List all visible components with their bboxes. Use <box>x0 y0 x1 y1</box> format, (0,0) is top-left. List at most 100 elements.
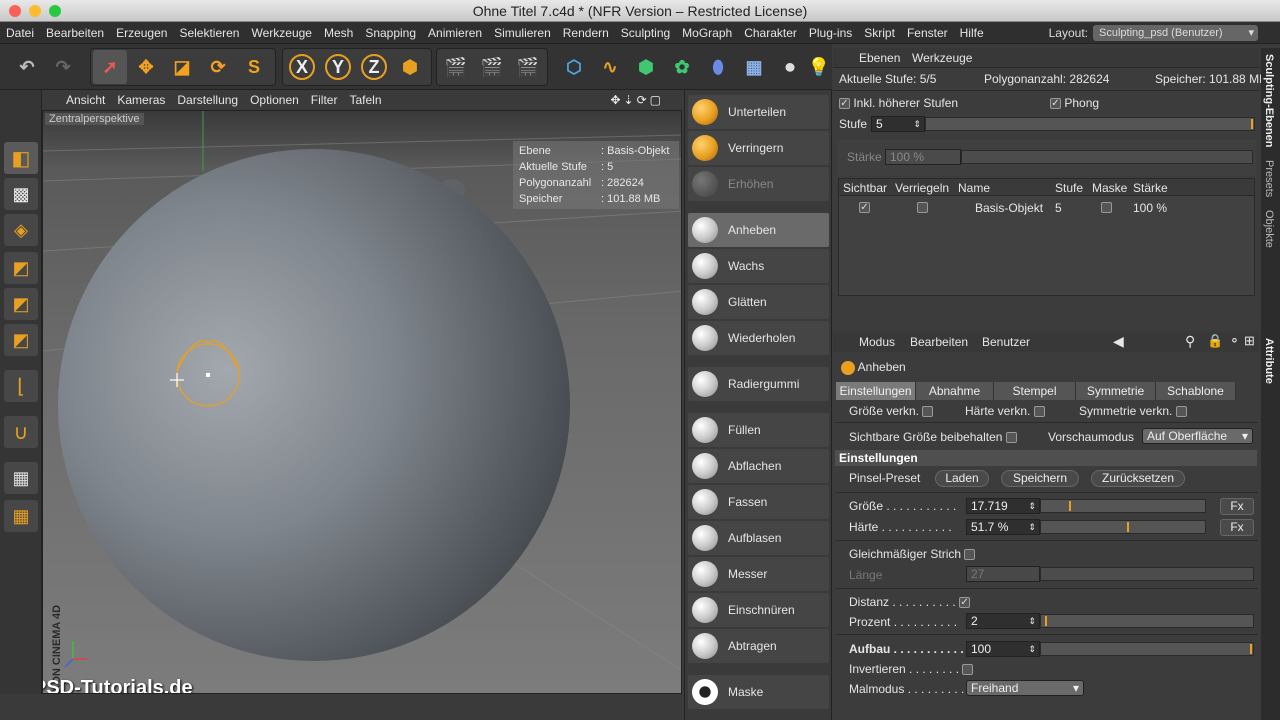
edges-mode-button[interactable]: ◩ <box>4 288 38 320</box>
tool-fuellen[interactable]: Füllen <box>688 413 829 447</box>
menu-snapping[interactable]: Snapping <box>359 22 422 44</box>
tab-ebenen[interactable]: Ebenen <box>859 51 900 65</box>
menu-charakter[interactable]: Charakter <box>738 22 803 44</box>
slider-handle[interactable] <box>1045 616 1047 626</box>
menu-erzeugen[interactable]: Erzeugen <box>110 22 173 44</box>
coordinate-system-button[interactable]: ⬢ <box>393 50 427 84</box>
strength-field[interactable]: 100 % <box>885 149 961 165</box>
x-axis-button[interactable]: X <box>285 50 319 84</box>
tool-erhoehen[interactable]: Erhöhen <box>688 167 829 201</box>
tool-glaetten[interactable]: Glätten <box>688 285 829 319</box>
checkbox[interactable] <box>922 406 934 418</box>
sidetab-objects[interactable]: Objekte <box>1263 210 1275 248</box>
slider-handle[interactable] <box>1250 644 1252 654</box>
checkbox[interactable] <box>964 549 976 561</box>
incl-higher-levels-option[interactable]: ✓ Inkl. höherer Stufen <box>839 96 958 110</box>
slider-handle[interactable] <box>1251 119 1253 129</box>
checkbox-checked[interactable]: ✓ <box>839 98 850 110</box>
tool-anheben[interactable]: Anheben <box>688 213 829 247</box>
workplane-mode-button[interactable]: ▦ <box>4 500 38 532</box>
attr-menu-benutzer[interactable]: Benutzer <box>982 335 1030 349</box>
menu-selektieren[interactable]: Selektieren <box>173 22 245 44</box>
level-slider[interactable] <box>925 117 1255 131</box>
menu-werkzeuge[interactable]: Werkzeuge <box>245 22 317 44</box>
slider-handle[interactable] <box>1069 501 1071 511</box>
menu-simulieren[interactable]: Simulieren <box>488 22 557 44</box>
tool-fassen[interactable]: Fassen <box>688 485 829 519</box>
viewport-navigation-icons[interactable]: ✥⇣⟳▢ <box>610 90 664 110</box>
layout-select[interactable]: Sculpting_psd (Benutzer) ▾ <box>1093 25 1258 41</box>
hardness-fx-button[interactable]: Fx <box>1220 519 1254 536</box>
workplane-lock-button[interactable]: ▦ <box>4 462 38 494</box>
hardness-link-option[interactable]: Härte verkn. <box>965 404 1045 418</box>
undo-button[interactable]: ↶ <box>10 50 44 84</box>
phong-option[interactable]: ✓ Phong <box>1050 96 1099 110</box>
tab-schablone[interactable]: Schablone <box>1156 382 1236 400</box>
size-slider[interactable] <box>1040 499 1206 513</box>
lock-icon[interactable]: 🔒 <box>1207 333 1223 349</box>
viewport-menu-darstellung[interactable]: Darstellung <box>171 90 244 110</box>
tab-werkzeuge[interactable]: Werkzeuge <box>912 51 972 65</box>
viewport-menu-kameras[interactable]: Kameras <box>111 90 171 110</box>
col-maske[interactable]: Maske <box>1092 181 1127 195</box>
model-mode-button[interactable]: ◧ <box>4 142 38 174</box>
tab-stempel[interactable]: Stempel <box>994 382 1076 400</box>
menu-skript[interactable]: Skript <box>858 22 901 44</box>
tool-radiergummi[interactable]: Radiergummi <box>688 367 829 401</box>
checkbox[interactable] <box>962 664 974 676</box>
build-up-slider[interactable] <box>1040 642 1254 656</box>
sidetab-presets[interactable]: Presets <box>1263 160 1275 197</box>
attr-menu-bearbeiten[interactable]: Bearbeiten <box>910 335 968 349</box>
link-icon[interactable]: ⚬ <box>1229 333 1240 349</box>
lock-checkbox[interactable] <box>917 202 928 213</box>
paint-mode-select[interactable]: Freihand ▾ <box>966 680 1084 696</box>
cube-button[interactable]: ⬡ <box>557 50 591 84</box>
percent-field[interactable]: 2 ⇕ <box>966 613 1040 629</box>
rotate-tool-button[interactable]: ⟳ <box>201 50 235 84</box>
percent-slider[interactable] <box>1040 614 1254 628</box>
strength-slider[interactable] <box>961 150 1253 164</box>
tool-abtragen[interactable]: Abtragen <box>688 629 829 663</box>
search-icon[interactable]: ⚲ <box>1185 333 1195 350</box>
col-stufe[interactable]: Stufe <box>1055 181 1083 195</box>
camera-button[interactable]: ⏺ <box>773 50 807 84</box>
checkbox[interactable] <box>1175 406 1187 418</box>
render-picture-viewer-button[interactable]: 🎬 <box>475 50 509 84</box>
tool-messer[interactable]: Messer <box>688 557 829 591</box>
mask-checkbox[interactable] <box>1101 202 1112 213</box>
generator-button[interactable]: ⬢ <box>629 50 663 84</box>
y-axis-button[interactable]: Y <box>321 50 355 84</box>
menu-sculpting[interactable]: Sculpting <box>615 22 676 44</box>
checkbox-checked[interactable]: ✓ <box>1050 98 1061 110</box>
level-field[interactable]: 5 ⇕ <box>871 116 925 132</box>
menu-hilfe[interactable]: Hilfe <box>954 22 990 44</box>
points-mode-button[interactable]: ◩ <box>4 252 38 284</box>
viewport-menu-tafeln[interactable]: Tafeln <box>343 90 387 110</box>
hardness-field[interactable]: 51.7 % ⇕ <box>966 519 1040 535</box>
z-axis-button[interactable]: Z <box>357 50 391 84</box>
sculpt-brush-button[interactable]: S <box>237 50 271 84</box>
tool-wiederholen[interactable]: Wiederholen <box>688 321 829 355</box>
size-field[interactable]: 17.719 ⇕ <box>966 498 1040 514</box>
viewport-menu-filter[interactable]: Filter <box>305 90 344 110</box>
menu-plugins[interactable]: Plug-ins <box>803 22 858 44</box>
sidetab-attributes[interactable]: Attribute <box>1263 338 1275 384</box>
col-sichtbar[interactable]: Sichtbar <box>843 181 887 195</box>
sidetab-sculpting-layers[interactable]: Sculpting-Ebenen <box>1263 54 1275 148</box>
render-settings-button[interactable]: 🎬 <box>511 50 545 84</box>
texture-mode-button[interactable]: ▩ <box>4 178 38 210</box>
spline-button[interactable]: ∿ <box>593 50 627 84</box>
load-button[interactable]: Laden <box>935 470 989 487</box>
floor-button[interactable]: ▦ <box>737 50 771 84</box>
tool-abflachen[interactable]: Abflachen <box>688 449 829 483</box>
menu-rendern[interactable]: Rendern <box>557 22 615 44</box>
redo-button[interactable]: ↷ <box>46 50 80 84</box>
tool-unterteilen[interactable]: Unterteilen <box>688 95 829 129</box>
select-tool-button[interactable]: ➚ <box>93 50 127 84</box>
tool-wachs[interactable]: Wachs <box>688 249 829 283</box>
layer-row[interactable]: ✓ Basis-Objekt 5 100 % <box>839 199 1254 217</box>
minimize-window-button[interactable] <box>29 5 41 17</box>
menu-fenster[interactable]: Fenster <box>901 22 954 44</box>
workplane-button[interactable]: ◈ <box>4 214 38 246</box>
tab-abnahme[interactable]: Abnahme <box>916 382 994 400</box>
